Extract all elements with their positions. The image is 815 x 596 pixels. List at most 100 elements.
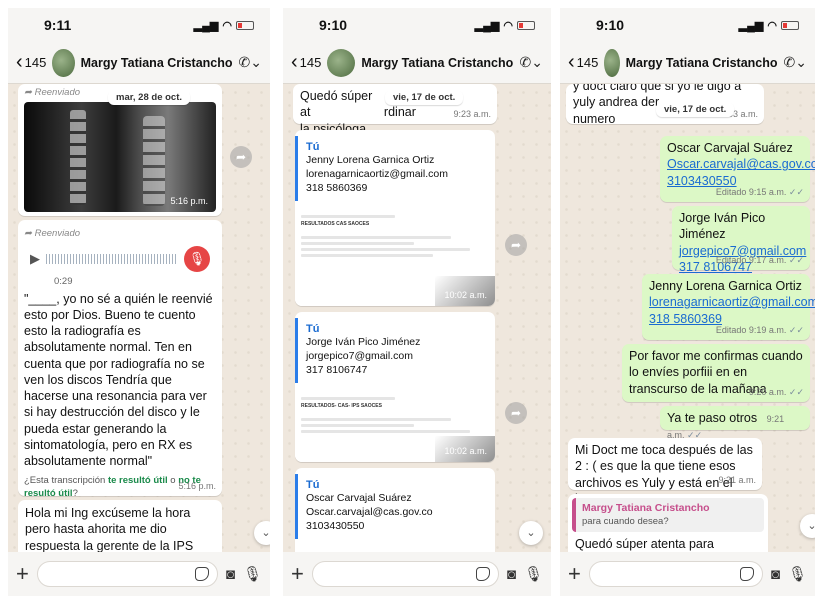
forwarded-audio-message[interactable]: ➦ Reenviado ▶ 🎙 0:29 "____, yo no sé a q…	[18, 220, 222, 499]
chat-area[interactable]: y doct claro que si yo le digo a yuly an…	[560, 84, 815, 552]
contact-name-text: Oscar Carvajal Suárez	[667, 141, 793, 155]
incoming-reply-message[interactable]: Margy Tatiana Cristancho para cuando des…	[568, 494, 768, 552]
scroll-down-button[interactable]: ⌄	[800, 514, 815, 538]
call-icon[interactable]: ✆⌄	[239, 54, 262, 71]
message-text-b: rdinar	[383, 105, 416, 120]
back-button[interactable]: ‹ 145	[16, 51, 46, 74]
outgoing-contact-message[interactable]: Oscar Carvajal Suárez Oscar.carvajal@cas…	[660, 136, 815, 202]
share-icon[interactable]: ➦	[505, 234, 527, 256]
back-button[interactable]: ‹ 145	[291, 51, 321, 74]
preview-title: RESULTADOS- CAS- IPS SAOCES	[301, 403, 382, 409]
message-input[interactable]	[36, 561, 218, 587]
read-receipt-icon: ✓✓	[788, 255, 804, 266]
sticker-icon[interactable]	[194, 567, 209, 581]
message-input[interactable]	[588, 561, 763, 587]
outgoing-message[interactable]: Por favor me confirmas cuando lo envíes …	[622, 344, 810, 402]
email-link[interactable]: lorenagarnicaortiz@gmail.com	[649, 294, 815, 310]
back-count: 145	[24, 55, 47, 70]
forwarded-email-card[interactable]: Tú Jenny Lorena Garnica Ortiz lorenagarn…	[295, 130, 495, 306]
feedback-helpful-link[interactable]: te resultó útil	[108, 475, 168, 486]
chevron-left-icon: ‹	[568, 51, 575, 73]
message-input[interactable]	[311, 561, 499, 587]
card-email: jorgepico7@gmail.com	[306, 349, 413, 362]
xray-spine-right	[143, 116, 166, 206]
xray-image[interactable]: 5:16 p.m.	[24, 102, 216, 212]
status-bar: 9:10 ▂▄▆ ◠	[283, 8, 551, 42]
plus-icon[interactable]: +	[291, 561, 304, 587]
preview-title: RESULTADOS CAS SAOCES	[301, 221, 370, 227]
incoming-message[interactable]: Mi Doct me toca después de las 2 : ( es …	[568, 438, 762, 506]
battery-icon	[236, 20, 254, 30]
scroll-down-button[interactable]: ⌄	[519, 521, 543, 545]
contact-name[interactable]: Margy Tatiana Cristancho	[81, 56, 233, 70]
card-sender: Tú	[306, 479, 320, 491]
card-phone: 3103430550	[306, 519, 365, 532]
contact-name[interactable]: Margy Tatiana Cristancho	[361, 56, 513, 70]
share-icon[interactable]: ➦	[230, 146, 252, 168]
message-composer: + ◙ 🎙	[8, 552, 270, 596]
phone-screenshot-2: 9:10 ▂▄▆ ◠ ‹ 145 Margy Tatiana Cristancho…	[283, 8, 551, 596]
wifi-icon: ◠	[767, 19, 777, 32]
forwarded-email-card[interactable]: Tú Oscar Carvajal Suárez Oscar.carvajal@…	[295, 468, 495, 552]
forwarded-email-card[interactable]: Tú Jorge Iván Pico Jiménez jorgepico7@gm…	[295, 312, 495, 462]
date-pill: vie, 17 de oct.	[385, 90, 464, 105]
status-time: 9:10	[319, 17, 348, 33]
outgoing-message[interactable]: Ya te paso otros 9:21 a.m. ✓✓	[660, 406, 810, 440]
audio-waveform[interactable]	[46, 254, 178, 265]
feedback-or: o	[170, 475, 176, 487]
status-icons: ▂▄▆ ◠	[475, 19, 535, 32]
date-pill: vie, 17 de oct.	[656, 102, 735, 117]
scroll-down-button[interactable]: ⌄	[254, 521, 270, 545]
message-time: 10:02 a.m.	[444, 446, 487, 457]
back-button[interactable]: ‹ 145	[568, 51, 598, 74]
avatar[interactable]	[604, 48, 620, 77]
chat-area[interactable]: ➦ Reenviado 5:16 p.m. mar, 28 de oct. ➦ …	[8, 84, 270, 552]
message-composer: + ◙ 🎙	[283, 552, 551, 596]
incoming-message[interactable]: Hola mi Ing excúseme la hora pero hasta …	[18, 500, 222, 552]
mic-icon[interactable]: 🎙	[243, 565, 262, 583]
card-name: Jenny Lorena Garnica Ortiz	[306, 154, 435, 167]
read-receipt-icon: ✓✓	[788, 387, 804, 398]
edited-time: Editado 9:15 a.m.	[715, 187, 787, 198]
card-name: Oscar Carvajal Suárez	[306, 492, 412, 505]
contact-name[interactable]: Margy Tatiana Cristancho	[626, 56, 778, 70]
phone-screenshot-1: 9:11 ▂▄▆ ◠ ‹ 145 Margy Tatiana Cristancho…	[8, 8, 270, 596]
avatar[interactable]	[327, 48, 356, 77]
card-text: Tú Jorge Iván Pico Jiménez jorgepico7@gm…	[295, 318, 489, 384]
preview-toolbar	[301, 397, 395, 400]
message-text-a: Quedó súper at	[300, 89, 373, 120]
image-timestamp: 5:16 p.m.	[170, 196, 208, 207]
chevron-left-icon: ‹	[291, 51, 298, 73]
play-icon[interactable]: ▶	[30, 251, 40, 268]
phone-link[interactable]: 3103430550	[667, 173, 803, 189]
status-bar: 9:10 ▂▄▆ ◠	[560, 8, 815, 42]
preview-toolbar	[301, 215, 395, 218]
battery-icon	[517, 20, 535, 30]
outgoing-contact-message[interactable]: Jenny Lorena Garnica Ortiz lorenagarnica…	[642, 274, 815, 340]
phone-link[interactable]: 318 5860369	[649, 311, 803, 327]
camera-icon[interactable]: ◙	[226, 566, 235, 583]
chat-area[interactable]: Quedó súper at rdinar la psicóloga 9:23 …	[283, 84, 551, 552]
sticker-icon[interactable]	[475, 567, 490, 581]
call-icon[interactable]: ✆⌄	[520, 54, 543, 71]
share-icon[interactable]: ➦	[505, 402, 527, 424]
card-name: Jorge Iván Pico Jiménez	[306, 336, 421, 349]
sticker-icon[interactable]	[739, 567, 754, 581]
contact-name-text: Jenny Lorena Garnica Ortiz	[649, 279, 802, 293]
call-icon[interactable]: ✆⌄	[784, 54, 807, 71]
email-link[interactable]: Oscar.carvajal@cas.gov.co	[667, 156, 815, 172]
mic-icon[interactable]: 🎙	[524, 565, 543, 583]
camera-icon[interactable]: ◙	[507, 566, 516, 583]
quoted-message[interactable]: Margy Tatiana Cristancho para cuando des…	[572, 498, 764, 532]
forwarded-label: ➦ Reenviado	[24, 87, 80, 99]
wifi-icon: ◠	[503, 19, 513, 32]
audio-duration: 0:29	[54, 276, 73, 288]
outgoing-contact-message[interactable]: Jorge Iván Pico Jiménez jorgepico7@gmail…	[672, 206, 810, 274]
avatar[interactable]	[52, 48, 75, 77]
read-receipt-icon: ✓✓	[788, 325, 804, 336]
plus-icon[interactable]: +	[16, 561, 29, 587]
chat-header: ‹ 145 Margy Tatiana Cristancho ✆⌄	[8, 42, 270, 84]
mic-icon[interactable]: 🎙	[788, 565, 807, 583]
camera-icon[interactable]: ◙	[771, 566, 780, 583]
plus-icon[interactable]: +	[568, 561, 581, 587]
